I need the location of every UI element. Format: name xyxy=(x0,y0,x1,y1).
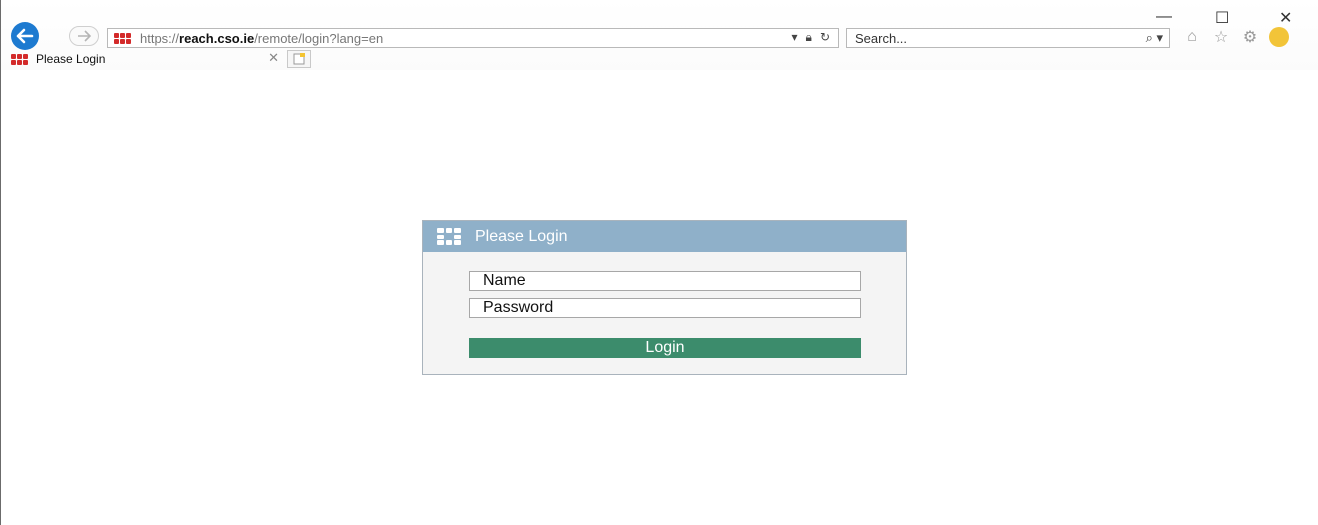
page-content: Please Login Login xyxy=(1,70,1318,525)
new-tab-icon xyxy=(293,53,305,65)
new-tab-button[interactable] xyxy=(287,50,311,68)
address-bar[interactable]: https://reach.cso.ie/remote/login?lang=e… xyxy=(107,28,839,48)
fortinet-logo-icon xyxy=(114,32,132,44)
forward-arrow-icon xyxy=(78,30,91,42)
search-icon[interactable]: ⌕ ▾ xyxy=(1146,30,1163,46)
address-url[interactable]: https://reach.cso.ie/remote/login?lang=e… xyxy=(140,31,383,46)
tab-label: Please Login xyxy=(36,52,106,66)
browser-chrome: — ☐ ✕ https://reach.cso.ie/remote/login?… xyxy=(1,0,1318,70)
fortinet-logo-icon xyxy=(11,53,29,65)
login-panel: Please Login Login xyxy=(422,220,907,375)
lock-icon[interactable]: 🔒︎ xyxy=(806,30,812,45)
dropdown-icon[interactable]: ▾ xyxy=(792,30,798,45)
back-arrow-icon xyxy=(16,28,34,44)
name-input[interactable] xyxy=(469,271,861,291)
login-panel-title: Please Login xyxy=(475,227,568,245)
login-button[interactable]: Login xyxy=(469,338,861,358)
home-icon[interactable]: ⌂ xyxy=(1182,27,1202,47)
minimize-icon[interactable]: — xyxy=(1156,8,1172,26)
close-icon[interactable]: ✕ xyxy=(1279,8,1292,28)
smiley-icon[interactable] xyxy=(1269,27,1289,47)
search-input[interactable] xyxy=(847,29,1107,47)
star-icon[interactable]: ☆ xyxy=(1211,27,1231,47)
forward-button[interactable] xyxy=(69,26,99,46)
search-box[interactable]: ⌕ ▾ xyxy=(846,28,1170,48)
login-panel-header: Please Login xyxy=(423,221,906,252)
tab-please-login[interactable]: Please Login ✕ xyxy=(11,50,283,68)
browser-window: — ☐ ✕ https://reach.cso.ie/remote/login?… xyxy=(0,0,1318,525)
gear-icon[interactable]: ⚙ xyxy=(1240,27,1260,47)
tab-close-icon[interactable]: ✕ xyxy=(268,50,279,66)
refresh-icon[interactable]: ↻ xyxy=(820,30,830,45)
fortinet-logo-icon xyxy=(437,228,461,245)
back-button[interactable] xyxy=(11,22,39,50)
maximize-icon[interactable]: ☐ xyxy=(1215,8,1229,28)
password-input[interactable] xyxy=(469,298,861,318)
